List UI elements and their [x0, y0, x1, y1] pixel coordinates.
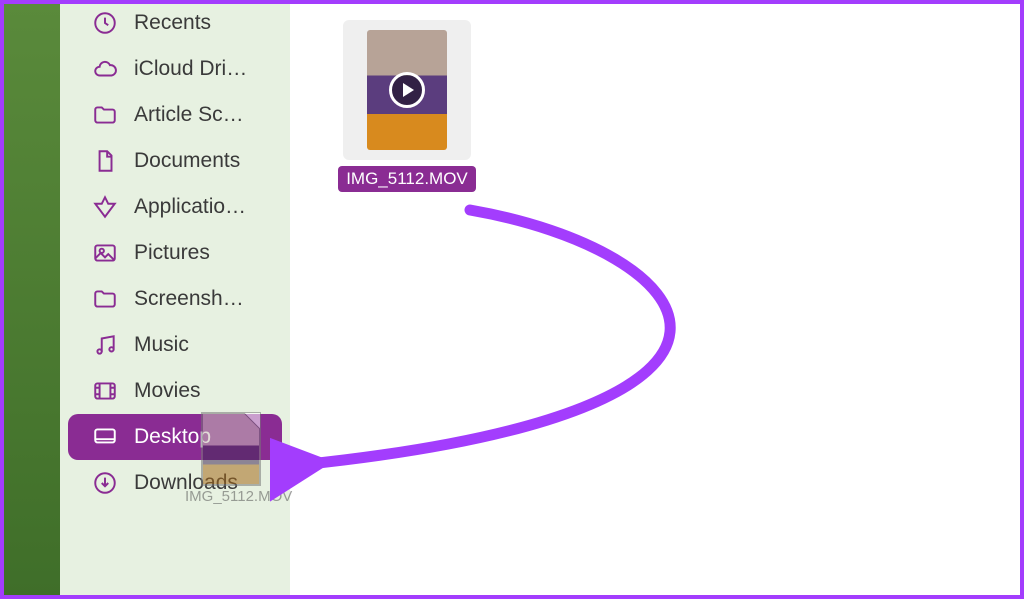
sidebar-item-label: Article Sc…	[134, 103, 244, 127]
sidebar-item-label: Screensh…	[134, 287, 244, 311]
drag-ghost-thumb	[201, 412, 261, 486]
drag-ghost: IMG_5112.MOV	[185, 412, 277, 505]
sidebar-item-label: Pictures	[134, 241, 210, 265]
desktop-icon	[92, 424, 118, 450]
sidebar-item-applications[interactable]: Applicatio…	[68, 184, 282, 230]
sidebar-item-label: iCloud Dri…	[134, 57, 247, 81]
file-item[interactable]: IMG_5112.MOV	[338, 20, 476, 192]
applications-icon	[92, 194, 118, 220]
folder-icon	[92, 102, 118, 128]
sidebar-item-label: Movies	[134, 379, 201, 403]
file-name-label[interactable]: IMG_5112.MOV	[338, 166, 476, 192]
pictures-icon	[92, 240, 118, 266]
sidebar-item-label: Applicatio…	[134, 195, 246, 219]
sidebar-item-movies[interactable]: Movies	[68, 368, 282, 414]
downloads-icon	[92, 470, 118, 496]
sidebar-item-pictures[interactable]: Pictures	[68, 230, 282, 276]
sidebar-item-article[interactable]: Article Sc…	[68, 92, 282, 138]
document-icon	[92, 148, 118, 174]
finder-content[interactable]: IMG_5112.MOV	[290, 0, 1024, 599]
sidebar-item-documents[interactable]: Documents	[68, 138, 282, 184]
play-icon	[389, 72, 425, 108]
sidebar-item-icloud[interactable]: iCloud Dri…	[68, 46, 282, 92]
sidebar-item-label: Recents	[134, 11, 211, 35]
folder-icon	[92, 286, 118, 312]
sidebar-item-screenshots[interactable]: Screensh…	[68, 276, 282, 322]
music-icon	[92, 332, 118, 358]
sidebar-item-music[interactable]: Music	[68, 322, 282, 368]
window-edge	[0, 0, 60, 599]
finder-sidebar: Recents iCloud Dri… Article Sc… Document…	[60, 0, 290, 599]
file-thumbnail[interactable]	[343, 20, 471, 160]
sidebar-item-recents[interactable]: Recents	[68, 0, 282, 46]
cloud-icon	[92, 56, 118, 82]
sidebar-item-label: Music	[134, 333, 189, 357]
movies-icon	[92, 378, 118, 404]
drag-ghost-label: IMG_5112.MOV	[185, 488, 277, 505]
clock-icon	[92, 10, 118, 36]
sidebar-item-label: Documents	[134, 149, 240, 173]
